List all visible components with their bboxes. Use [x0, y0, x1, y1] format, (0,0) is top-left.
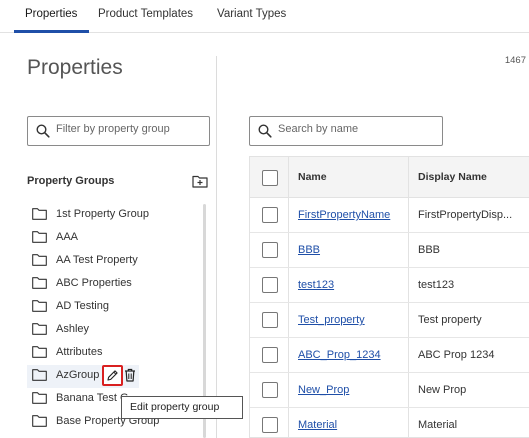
- group-item[interactable]: 1st Property Group: [27, 204, 207, 227]
- row-checkbox[interactable]: [262, 207, 278, 223]
- property-display-name: Material: [418, 419, 458, 431]
- property-name-link[interactable]: New_Prop: [298, 384, 349, 396]
- group-label: Ashley: [56, 323, 90, 335]
- properties-table: Name Display Name FirstPropertyName Firs…: [249, 156, 529, 438]
- folder-icon: [32, 231, 47, 243]
- property-name-link[interactable]: ABC_Prop_1234: [298, 349, 381, 361]
- table-row: Test_property Test property: [250, 303, 529, 338]
- page-title: Properties: [27, 56, 123, 79]
- row-checkbox[interactable]: [262, 347, 278, 363]
- table-row: BBB BBB: [250, 233, 529, 268]
- row-checkbox[interactable]: [262, 382, 278, 398]
- folder-icon: [32, 254, 47, 266]
- property-name-link[interactable]: FirstPropertyName: [298, 209, 390, 221]
- edit-group-button[interactable]: [102, 365, 123, 386]
- folder-icon: [32, 208, 47, 220]
- table-row: FirstPropertyName FirstPropertyDisp...: [250, 198, 529, 233]
- search-by-name-input[interactable]: [278, 123, 428, 135]
- count-text: 1467: [504, 55, 526, 66]
- top-tabs: Properties Product Templates Variant Typ…: [0, 0, 529, 33]
- row-checkbox[interactable]: [262, 277, 278, 293]
- table-row: ABC_Prop_1234 ABC Prop 1234: [250, 338, 529, 373]
- tab-variant-types[interactable]: Variant Types: [217, 8, 286, 20]
- table-row: test123 test123: [250, 268, 529, 303]
- property-display-name: ABC Prop 1234: [418, 349, 495, 361]
- group-label: AA Test Property: [56, 254, 138, 266]
- property-name-link[interactable]: BBB: [298, 244, 320, 256]
- edit-group-tooltip: Edit property group: [121, 396, 243, 419]
- property-display-name: New Prop: [418, 384, 467, 396]
- folder-icon: [32, 415, 47, 427]
- folder-icon: [32, 346, 47, 358]
- folder-icon: [32, 300, 47, 312]
- folder-icon: [32, 392, 47, 404]
- row-checkbox[interactable]: [262, 312, 278, 328]
- active-tab-indicator: [14, 30, 89, 33]
- tab-product-templates[interactable]: Product Templates: [98, 8, 193, 20]
- property-name-link[interactable]: Test_property: [298, 314, 365, 326]
- folder-icon: [32, 369, 47, 381]
- group-item[interactable]: AD Testing: [27, 296, 207, 319]
- group-label: 1st Property Group: [56, 208, 149, 220]
- group-item[interactable]: Attributes: [27, 342, 207, 365]
- property-name-link[interactable]: test123: [298, 279, 334, 291]
- property-groups-heading: Property Groups: [27, 175, 115, 187]
- table-header: Name Display Name: [250, 157, 529, 198]
- search-by-name-box[interactable]: [249, 116, 443, 146]
- property-name-link[interactable]: Material: [298, 419, 337, 431]
- property-display-name: FirstPropertyDisp...: [418, 209, 513, 221]
- filter-property-group-input[interactable]: [56, 123, 206, 135]
- column-header-display-name[interactable]: Display Name: [418, 171, 487, 183]
- folder-icon: [32, 323, 47, 335]
- tab-properties[interactable]: Properties: [25, 8, 77, 20]
- group-label: Banana Test G: [56, 392, 129, 404]
- select-all-checkbox[interactable]: [262, 170, 278, 186]
- search-icon: [36, 124, 50, 138]
- trash-icon[interactable]: [124, 368, 136, 382]
- add-folder-icon[interactable]: [192, 174, 208, 188]
- group-label: AzGroup: [56, 369, 100, 381]
- group-label: ABC Properties: [56, 277, 132, 289]
- pencil-icon: [107, 370, 118, 381]
- row-checkbox[interactable]: [262, 417, 278, 433]
- property-display-name: test123: [418, 279, 455, 291]
- group-label: Attributes: [56, 346, 103, 358]
- group-item[interactable]: ABC Properties: [27, 273, 207, 296]
- property-display-name: Test property: [418, 314, 482, 326]
- panel-divider: [216, 56, 217, 438]
- group-item[interactable]: Ashley: [27, 319, 207, 342]
- search-icon: [258, 124, 272, 138]
- group-item-hovered[interactable]: AzGroup: [27, 365, 139, 388]
- property-display-name: BBB: [418, 244, 441, 256]
- filter-property-group-box[interactable]: [27, 116, 210, 146]
- group-item[interactable]: AAA: [27, 227, 207, 250]
- row-checkbox[interactable]: [262, 242, 278, 258]
- column-header-name[interactable]: Name: [298, 171, 327, 183]
- table-row: New_Prop New Prop: [250, 373, 529, 408]
- table-row: Material Material: [250, 408, 529, 437]
- group-item[interactable]: AA Test Property: [27, 250, 207, 273]
- folder-icon: [32, 277, 47, 289]
- group-label: AD Testing: [56, 300, 109, 312]
- group-label: AAA: [56, 231, 79, 243]
